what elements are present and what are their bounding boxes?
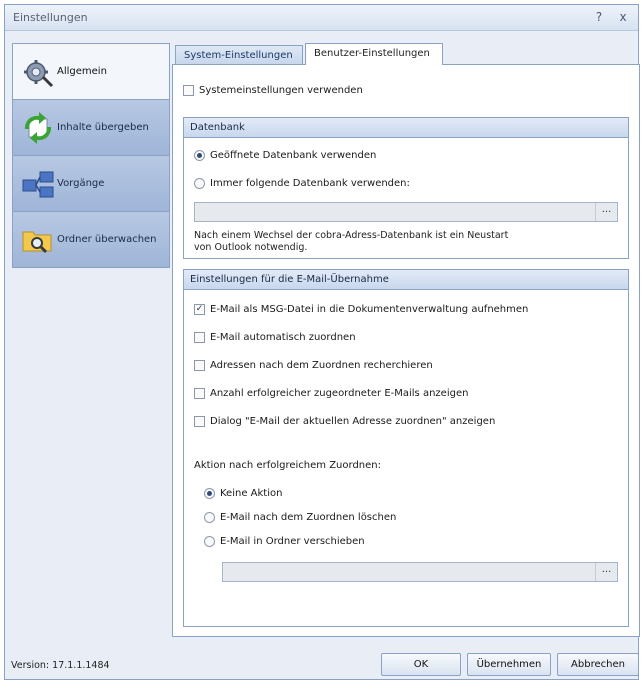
sidebar-item-vorgaenge[interactable]: Vorgänge xyxy=(13,156,169,212)
sidebar-item-allgemein[interactable]: Allgemein xyxy=(13,44,169,100)
note-line: Nach einem Wechsel der cobra-Adress-Date… xyxy=(194,230,509,241)
radio-delete-after[interactable]: E-Mail nach dem Zuordnen löschen xyxy=(204,512,396,523)
apply-button[interactable]: Übernehmen xyxy=(467,653,551,676)
sidebar-item-inhalte[interactable]: Inhalte übergeben xyxy=(13,100,169,156)
tab-content-panel: Systemeinstellungen verwenden Datenbank … xyxy=(172,64,640,637)
radio-dot[interactable] xyxy=(204,536,215,547)
database-path-input[interactable]: ... xyxy=(194,202,618,222)
folder-path-input[interactable]: ... xyxy=(222,562,618,582)
folder-search-icon xyxy=(22,231,52,253)
version-label: Version: 17.1.1.1484 xyxy=(11,660,110,671)
checkbox-label: Dialog "E-Mail der aktuellen Adresse zuo… xyxy=(210,416,496,427)
checkbox-box[interactable] xyxy=(183,85,194,96)
radio-label: Immer folgende Datenbank verwenden: xyxy=(210,178,410,189)
ok-button[interactable]: OK xyxy=(381,653,461,676)
checkbox-show-dialog[interactable]: Dialog "E-Mail der aktuellen Adresse zuo… xyxy=(194,416,495,427)
sidebar-item-label: Allgemein xyxy=(57,66,107,77)
note-line: von Outlook notwendig. xyxy=(194,242,308,253)
group-header: Datenbank xyxy=(184,118,628,138)
use-system-settings-checkbox[interactable]: Systemeinstellungen verwenden xyxy=(183,85,363,96)
checkbox-box[interactable] xyxy=(194,332,205,343)
radio-specific-database[interactable]: Immer folgende Datenbank verwenden: xyxy=(194,178,410,189)
checkbox-box[interactable]: ✓ xyxy=(194,304,205,315)
checkbox-label: E-Mail als MSG-Datei in die Dokumentenve… xyxy=(210,304,529,315)
checkbox-msg-document[interactable]: ✓ E-Mail als MSG-Datei in die Dokumenten… xyxy=(194,304,528,315)
email-group: Einstellungen für die E-Mail-Übernahme ✓… xyxy=(183,269,629,627)
sidebar-item-label: Ordner überwachen xyxy=(57,234,157,245)
tab-benutzer-einstellungen[interactable]: Benutzer-Einstellungen xyxy=(305,43,443,65)
radio-no-action[interactable]: Keine Aktion xyxy=(204,488,282,499)
group-header: Einstellungen für die E-Mail-Übernahme xyxy=(184,270,628,290)
checkbox-box[interactable] xyxy=(194,360,205,371)
checkbox-box[interactable] xyxy=(194,416,205,427)
radio-dot[interactable] xyxy=(194,178,205,189)
browse-database-button[interactable]: ... xyxy=(595,203,617,221)
sidebar-item-label: Vorgänge xyxy=(57,178,105,189)
cancel-button[interactable]: Abbrechen xyxy=(557,653,639,676)
process-blocks-icon xyxy=(22,171,54,197)
sidebar-item-ordner[interactable]: Ordner überwachen xyxy=(13,212,169,268)
checkbox-label: Anzahl erfolgreicher zugeordneter E-Mail… xyxy=(210,388,469,399)
title-bar: Einstellungen ? x xyxy=(5,5,638,31)
checkbox-box[interactable] xyxy=(194,388,205,399)
checkbox-auto-assign[interactable]: E-Mail automatisch zuordnen xyxy=(194,332,356,343)
checkbox-label: Systemeinstellungen verwenden xyxy=(199,85,363,96)
radio-opened-database[interactable]: Geöffnete Datenbank verwenden xyxy=(194,150,376,161)
sidebar-item-label: Inhalte übergeben xyxy=(57,122,149,133)
checkbox-research-addresses[interactable]: Adressen nach dem Zuordnen recherchieren xyxy=(194,360,433,371)
close-button[interactable]: x xyxy=(615,9,631,25)
checkbox-show-count[interactable]: Anzahl erfolgreicher zugeordneter E-Mail… xyxy=(194,388,468,399)
window-title: Einstellungen xyxy=(13,11,88,24)
radio-label: E-Mail nach dem Zuordnen löschen xyxy=(220,512,397,523)
settings-window: Einstellungen ? x Allgemein Inhalte über… xyxy=(4,4,640,680)
radio-dot[interactable] xyxy=(204,488,215,499)
gear-icon xyxy=(24,59,54,87)
browse-folder-button[interactable]: ... xyxy=(595,563,617,581)
action-label: Aktion nach erfolgreichem Zuordnen: xyxy=(194,460,381,471)
help-button[interactable]: ? xyxy=(591,9,607,25)
radio-dot[interactable] xyxy=(194,150,205,161)
checkbox-label: Adressen nach dem Zuordnen recherchieren xyxy=(210,360,433,371)
sidebar: Allgemein Inhalte übergeben Vorgänge Ord… xyxy=(12,43,170,268)
checkbox-label: E-Mail automatisch zuordnen xyxy=(210,332,356,343)
datenbank-group: Datenbank Geöffnete Datenbank verwenden … xyxy=(183,117,629,259)
restart-note: Nach einem Wechsel der cobra-Adress-Date… xyxy=(194,230,508,254)
radio-label: Keine Aktion xyxy=(220,488,283,499)
transfer-arrows-icon xyxy=(24,111,52,144)
radio-label: Geöffnete Datenbank verwenden xyxy=(210,150,377,161)
radio-move-to-folder[interactable]: E-Mail in Ordner verschieben xyxy=(204,536,365,547)
tab-system-einstellungen[interactable]: System-Einstellungen xyxy=(175,45,303,65)
radio-dot[interactable] xyxy=(204,512,215,523)
radio-label: E-Mail in Ordner verschieben xyxy=(220,536,365,547)
